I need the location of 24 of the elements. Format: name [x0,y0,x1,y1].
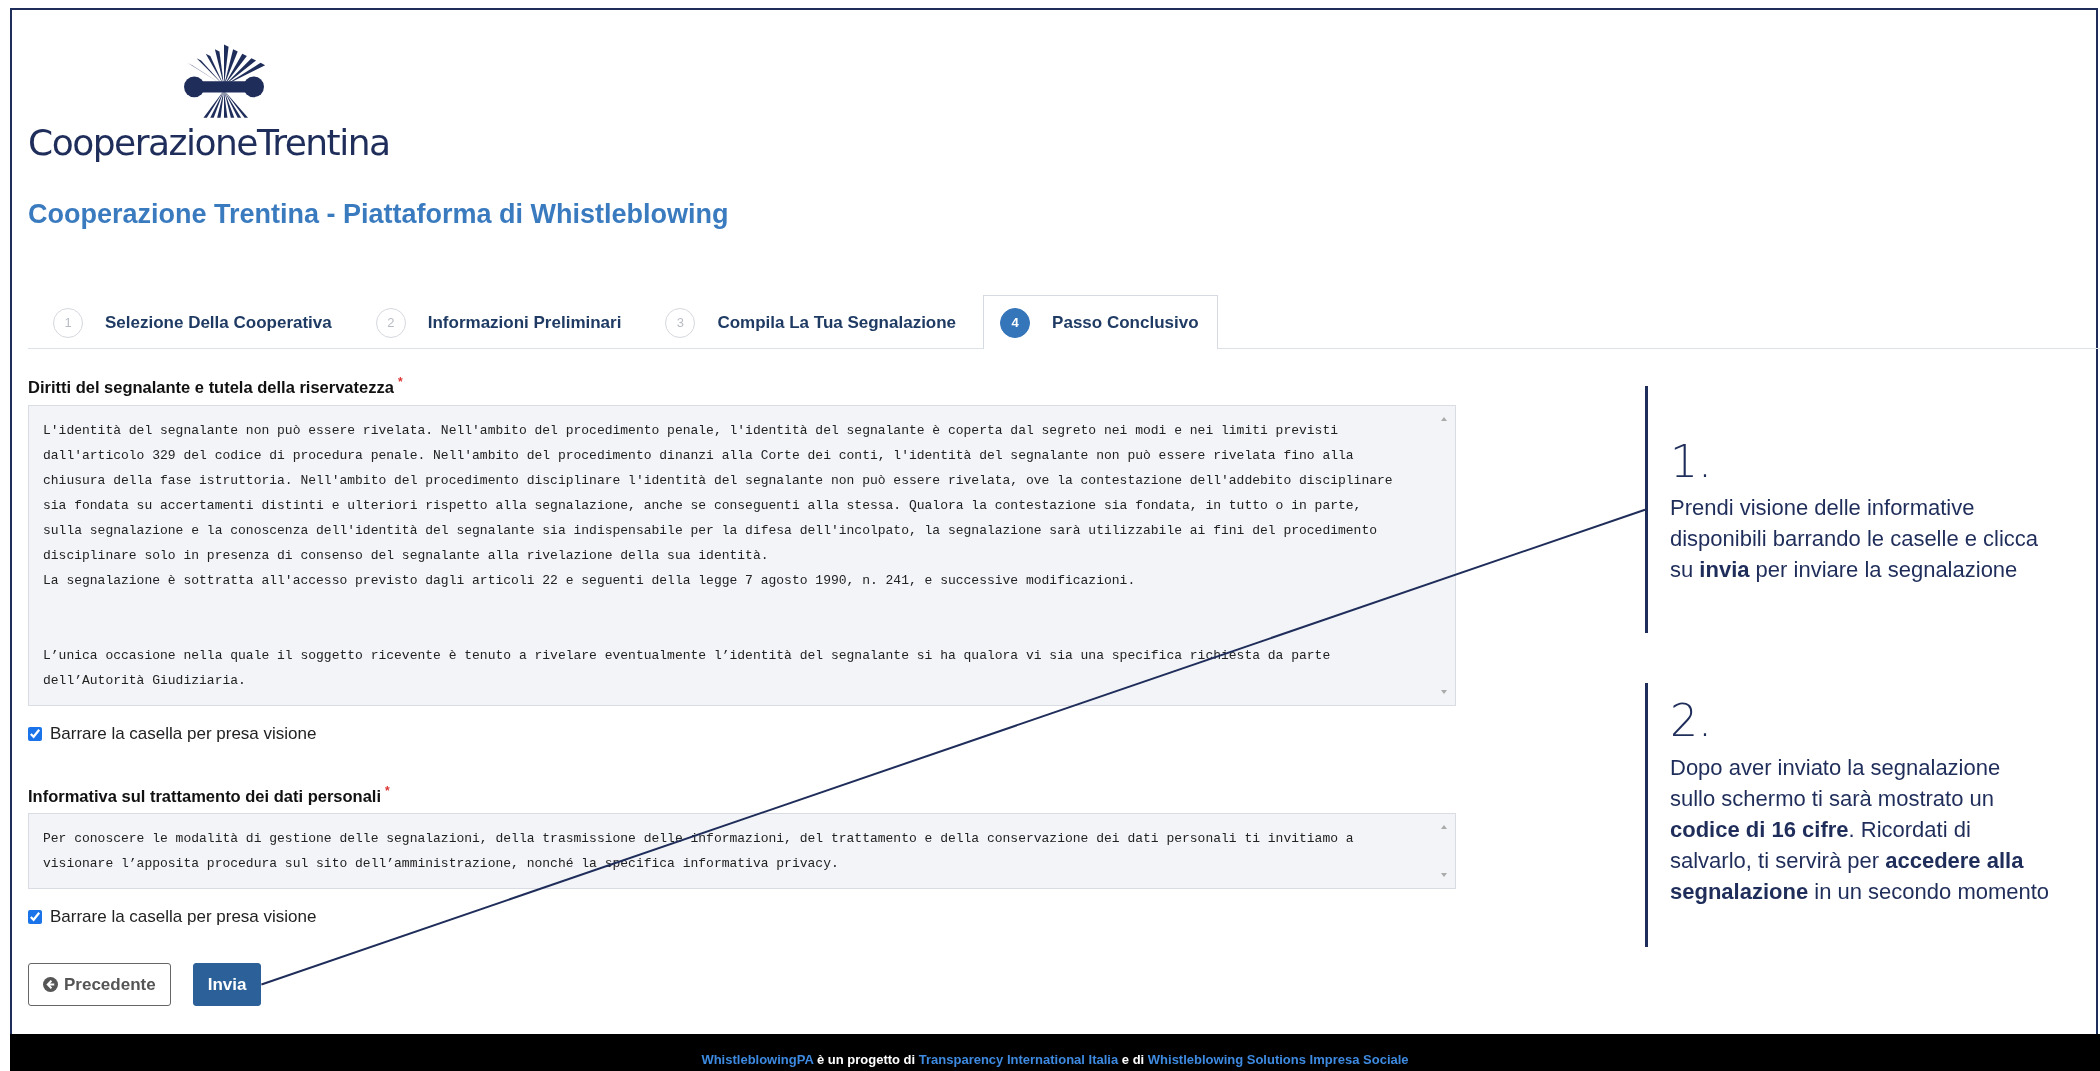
section-heading: Informativa sul trattamento dei dati personali $^{*}$ [28,783,391,805]
step-number: 1. [1670,438,1713,487]
checkbox-label: Barrare la casella per presa visione [50,723,317,744]
instruction-text: Prendi visione delle informative disponibili barrando le caselle e clicca su invia per inviare la segnalazione [1670,494,2040,585]
footer-link[interactable]: Whistleblowing Solutions Impresa Sociale [1147,1052,1409,1067]
footer-link[interactable]: WhistleblowingPA [701,1052,814,1067]
instruction-text: Dopo aver inviato la segnalazione sullo schermo ti sarà mostrato un codice di 16 cifre. Ricordati di salvarlo, ti servirà per accedere alla segnalazione in un secondo momento [1670,753,2050,906]
logo-text: CooperazioneTrentina [28,122,390,163]
step-tab[interactable]: 1 Selezione Della Cooperativa [36,296,351,348]
checkbox[interactable] [28,726,42,741]
footer-text: WhistleblowingPA è un progetto di Transparency International Italia e di Whistleblowing Solutions Impresa Sociale [701,1052,1409,1067]
page-title: Cooperazione Trentina - Piattaforma di Whistleblowing [28,199,730,230]
step-tab[interactable]: 4 Passo Conclusivo [983,295,1218,349]
submit-button[interactable]: Invia [192,963,262,1006]
step-tab[interactable]: 2 Informazioni Preliminari [358,296,641,348]
step-tab[interactable]: 3 Compila La Tua Segnalazione [648,296,976,348]
text-area[interactable]: Per conoscere le modalità di gestione delle segnalazioni, della trasmissione delle informazioni, del trattamento e della conservazione dei dati personali ti invitiamo a visionare l’apposita procedura sul sito dell’amministrazione, nonché la specifica informativa privacy. [28,813,1456,889]
step-number: 2. [1670,697,1713,746]
checkbox-label: Barrare la casella per presa visione [50,907,317,927]
section-heading: Diritti del segnalante e tutela della riservatezza $^{*}$ [28,375,404,397]
footer-link[interactable]: Transparency International Italia [918,1052,1119,1067]
back-button[interactable]: Precedente [28,963,171,1006]
checkbox[interactable] [28,910,42,924]
arrow-circle-left-icon [43,977,58,992]
